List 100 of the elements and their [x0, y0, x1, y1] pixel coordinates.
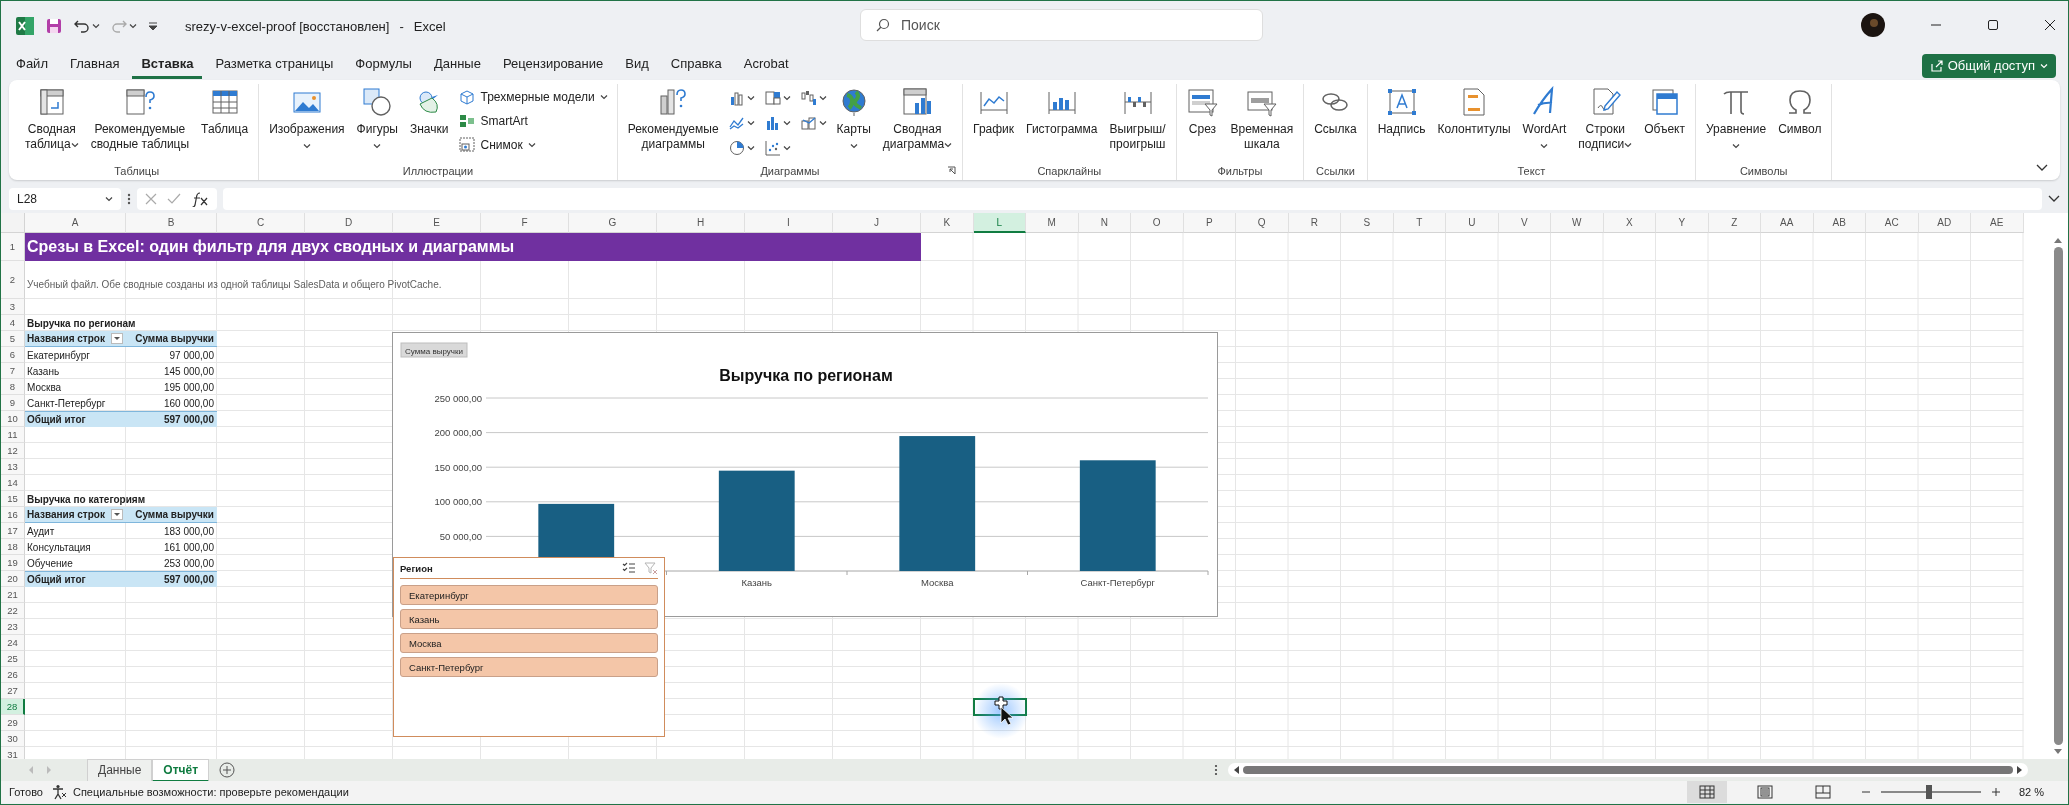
column-header[interactable]: B [126, 213, 217, 233]
column-header[interactable]: U [1446, 213, 1499, 233]
row-header[interactable]: 1 [1, 233, 25, 261]
column-header[interactable]: M [1026, 213, 1079, 233]
slicer-panel[interactable]: Регион Екатеринбург Казань Москва Санкт-Петербург [393, 557, 665, 737]
customize-icon[interactable] [147, 20, 159, 32]
column-header[interactable]: J [833, 213, 921, 233]
row-header[interactable]: 4 [1, 315, 25, 331]
ribbon-button[interactable]: WordArt [1518, 84, 1571, 151]
ribbon-button[interactable]: Карты [832, 84, 875, 151]
row-header[interactable]: 2 [1, 261, 25, 299]
ribbon-button[interactable]: Сводная диаграмма [878, 84, 957, 154]
ribbon-button[interactable]: Ссылка [1310, 84, 1361, 139]
maximize-icon[interactable] [1987, 19, 1999, 31]
check-icon[interactable] [167, 193, 181, 205]
row-header[interactable]: 7 [1, 363, 25, 379]
ribbon-button[interactable]: Уравнение [1702, 84, 1771, 151]
row-header[interactable]: 13 [1, 459, 25, 475]
row-header[interactable]: 19 [1, 555, 25, 571]
ribbon-button[interactable]: График [969, 84, 1019, 139]
column-header[interactable]: Y [1656, 213, 1709, 233]
row-header[interactable]: 25 [1, 651, 25, 667]
row-header[interactable]: 26 [1, 667, 25, 683]
sheet-tab[interactable]: Данные [87, 758, 153, 782]
column-header[interactable]: L [973, 213, 1026, 233]
more-icon[interactable] [127, 192, 131, 206]
column-header[interactable]: P [1183, 213, 1236, 233]
horizontal-scrollbar[interactable] [1228, 763, 2028, 777]
row-header[interactable]: 29 [1, 715, 25, 731]
column-header[interactable]: AD [1918, 213, 1971, 233]
search-field[interactable]: Поиск [860, 9, 1263, 41]
row-header[interactable]: 15 [1, 491, 25, 507]
ribbon-button[interactable]: Снимок [456, 134, 611, 155]
row-header[interactable]: 24 [1, 635, 25, 651]
sheet-tab[interactable]: Отчёт [152, 758, 210, 782]
ribbon-button[interactable]: Изображения [265, 84, 349, 151]
column-header[interactable]: K [921, 213, 974, 233]
ribbon-button[interactable]: Трехмерные модели [456, 86, 611, 107]
zoom-level[interactable]: 82 % [2018, 786, 2044, 798]
scroll-thumb[interactable] [1243, 766, 2013, 774]
save-icon[interactable] [45, 17, 63, 35]
close-icon[interactable] [2044, 19, 2056, 31]
row-header[interactable]: 31 [1, 747, 25, 759]
ribbon-button[interactable]: Строки подписи [1574, 84, 1637, 154]
row-header[interactable]: 11 [1, 427, 25, 443]
row-header[interactable]: 8 [1, 379, 25, 395]
scroll-thumb[interactable] [2054, 247, 2063, 745]
slicer-item[interactable]: Санкт-Петербург [400, 657, 658, 677]
scroll-left-icon[interactable] [1233, 766, 1239, 774]
ribbon-button[interactable]: Гистограмма [1022, 84, 1102, 139]
ribbon-button[interactable]: Срез [1182, 84, 1223, 139]
slider-thumb[interactable] [1925, 785, 1932, 799]
function-icon[interactable] [191, 191, 209, 207]
column-header[interactable]: G [569, 213, 657, 233]
ribbon-button[interactable]: Фигуры [352, 84, 402, 151]
row-header[interactable]: 9 [1, 395, 25, 411]
slicer-item[interactable]: Казань [400, 609, 658, 629]
menu-tab[interactable]: Главная [60, 52, 129, 79]
column-header[interactable]: S [1341, 213, 1394, 233]
column-header[interactable]: R [1288, 213, 1341, 233]
ribbon-button[interactable]: Сводная таблица [21, 84, 83, 154]
row-header[interactable]: 12 [1, 443, 25, 459]
column-header[interactable]: D [305, 213, 393, 233]
ribbon-button[interactable]: Временная шкала [1226, 84, 1298, 154]
ribbon-button[interactable]: Рекомендуемые сводные таблицы [86, 84, 194, 154]
column-header[interactable]: F [481, 213, 569, 233]
column-header[interactable]: AE [1971, 213, 2024, 233]
column-header[interactable]: V [1498, 213, 1551, 233]
field-button[interactable]: Сумма выручки [400, 342, 468, 358]
menu-tab[interactable]: Разметка страницы [206, 52, 343, 79]
column-header[interactable]: AA [1761, 213, 1814, 233]
menu-tab[interactable]: Рецензирование [493, 52, 613, 79]
column-header[interactable]: AC [1866, 213, 1919, 233]
slicer-item[interactable]: Москва [400, 633, 658, 653]
row-header[interactable]: 16 [1, 507, 25, 523]
column-header[interactable]: AB [1813, 213, 1866, 233]
dialog-launcher-icon[interactable] [947, 166, 957, 175]
row-header[interactable]: 17 [1, 523, 25, 539]
scroll-right-icon[interactable] [2017, 766, 2023, 774]
collapse-ribbon-icon[interactable] [2036, 164, 2048, 172]
row-header[interactable]: 27 [1, 683, 25, 699]
chart-type-button[interactable] [762, 88, 793, 108]
ribbon-button[interactable]: Значки [405, 84, 453, 139]
slicer-item[interactable]: Екатеринбург [400, 585, 658, 605]
zoom-in-icon[interactable] [1990, 787, 2001, 797]
ribbon-button[interactable]: Объект [1640, 84, 1689, 139]
view-button[interactable] [1686, 781, 1727, 803]
excel-logo-icon[interactable] [15, 16, 35, 36]
column-header[interactable]: Z [1708, 213, 1761, 233]
row-header[interactable]: 10 [1, 411, 25, 427]
add-sheet-icon[interactable] [219, 762, 236, 778]
menu-tab[interactable]: Файл [7, 52, 57, 79]
chart-type-button[interactable] [798, 88, 829, 108]
menu-tab[interactable]: Acrobat [734, 52, 798, 79]
menu-tab[interactable]: Вид [616, 52, 658, 79]
column-header[interactable]: A [25, 213, 126, 233]
column-header[interactable]: Q [1236, 213, 1289, 233]
accessibility-icon[interactable] [50, 784, 67, 800]
ribbon-button[interactable]: Колонтитулы [1433, 84, 1515, 139]
user-avatar[interactable] [1861, 13, 1885, 37]
